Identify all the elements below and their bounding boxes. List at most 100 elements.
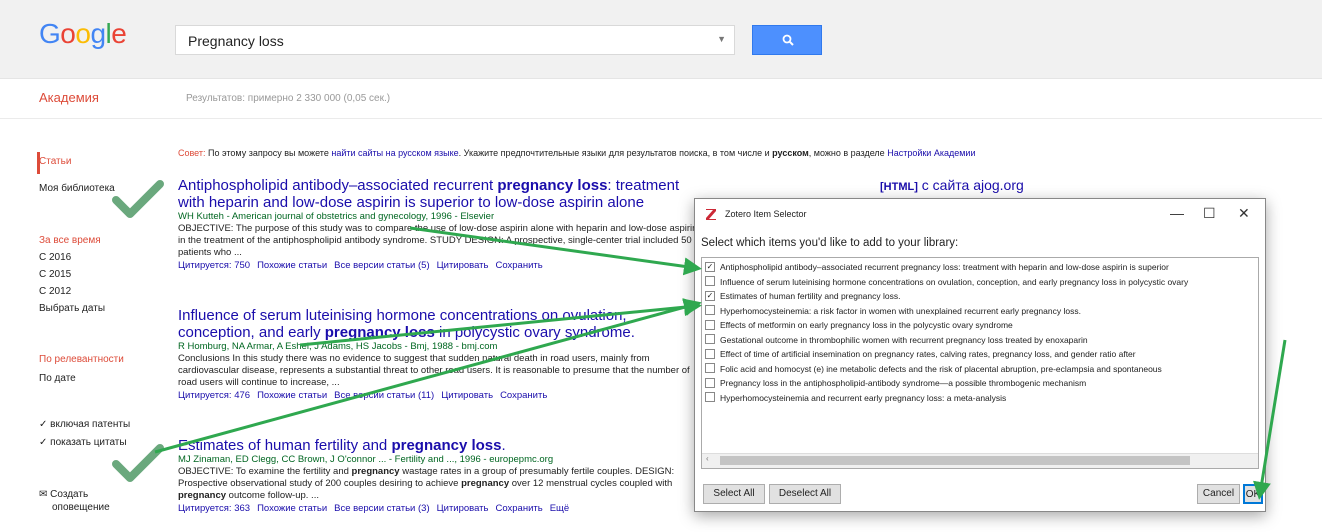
minimize-button[interactable]: —	[1170, 205, 1184, 221]
items-list[interactable]: ✓ Antiphospholipid antibody–associated re…	[701, 257, 1259, 469]
nav-since-2015[interactable]: С 2015	[39, 269, 71, 280]
nav-since-2012[interactable]: С 2012	[39, 286, 71, 297]
checkbox-unchecked[interactable]	[705, 334, 715, 345]
logo-letter: e	[111, 18, 127, 49]
tip-text: По этому запросу вы можете	[208, 148, 329, 158]
create-alert-label: Создать	[50, 489, 89, 500]
nav-since-2016[interactable]: С 2016	[39, 252, 71, 263]
horizontal-scrollbar[interactable]: ‹	[702, 453, 1258, 468]
related-link[interactable]: Похожие статьи	[257, 260, 327, 271]
checkmark-icon: ✓	[39, 419, 51, 430]
more-link[interactable]: Ещё	[550, 503, 569, 514]
search-result: Antiphospholipid antibody–associated rec…	[178, 177, 698, 272]
checkbox-unchecked[interactable]	[705, 319, 715, 330]
item-label: Antiphospholipid antibody–associated rec…	[720, 262, 1169, 272]
html-tag: [HTML]	[880, 181, 918, 193]
result-links: Цитируется: 476 Похожие статьи Все версии …	[178, 389, 698, 402]
google-logo[interactable]: Google	[39, 18, 127, 50]
list-item[interactable]: ✓ Antiphospholipid antibody–associated re…	[705, 261, 1169, 276]
list-item[interactable]: Pregnancy loss in the antiphospholipid-a…	[705, 377, 1087, 392]
versions-link[interactable]: Все версии статьи (5)	[334, 260, 429, 271]
list-item[interactable]: Hyperhomocysteinemia and recurrent early…	[705, 392, 1007, 407]
result-title[interactable]: Antiphospholipid antibody–associated rec…	[178, 177, 698, 211]
russian-sites-link[interactable]: найти сайты на русском языке	[331, 148, 458, 158]
nav-pick-dates[interactable]: Выбрать даты	[39, 303, 105, 314]
item-label: Gestational outcome in thrombophilic wom…	[720, 334, 1088, 345]
html-source-link[interactable]: [HTML] с сайта ajog.org	[880, 177, 1024, 193]
create-alert-label-2[interactable]: оповещение	[52, 502, 110, 513]
save-link[interactable]: Сохранить	[500, 390, 547, 401]
chevron-down-icon[interactable]: ▼	[717, 34, 726, 44]
item-label: Pregnancy loss in the antiphospholipid-a…	[720, 378, 1087, 388]
result-links: Цитируется: 363 Похожие статьи Все версии …	[178, 502, 698, 515]
cite-link[interactable]: Цитировать	[437, 503, 489, 514]
checkbox-checked[interactable]: ✓	[705, 290, 715, 301]
nav-my-library[interactable]: Моя библиотека	[39, 183, 115, 194]
result-title[interactable]: Influence of serum luteinising hormone c…	[178, 307, 698, 341]
checkbox-unchecked[interactable]	[705, 305, 715, 316]
deselect-all-button[interactable]: Deselect All	[769, 484, 841, 504]
cite-link[interactable]: Цитировать	[441, 390, 493, 401]
checkbox-unchecked[interactable]	[705, 348, 715, 359]
list-item[interactable]: Influence of serum luteinising hormone c…	[705, 276, 1188, 291]
checkbox-unchecked[interactable]	[705, 363, 715, 374]
search-result: Estimates of human fertility and pregnan…	[178, 437, 698, 515]
checkbox-unchecked[interactable]	[705, 276, 715, 287]
result-links: Цитируется: 750 Похожие статьи Все версии …	[178, 259, 698, 272]
save-link[interactable]: Сохранить	[495, 260, 542, 271]
scroll-left-icon[interactable]: ‹	[706, 454, 709, 463]
list-item[interactable]: Gestational outcome in thrombophilic wom…	[705, 334, 1088, 349]
top-bar: Google ▼	[0, 0, 1322, 79]
cited-by-link[interactable]: Цитируется: 476	[178, 390, 250, 401]
scholar-settings-link[interactable]: Настройки Академии	[887, 148, 975, 158]
annotation-checkmark-icon	[112, 444, 164, 482]
item-label: Hyperhomocysteinemia and recurrent early…	[720, 392, 1007, 403]
search-box[interactable]: ▼	[175, 25, 735, 55]
related-link[interactable]: Похожие статьи	[257, 390, 327, 401]
include-patents-option[interactable]: ✓ включая патенты	[39, 419, 130, 430]
maximize-button[interactable]: ☐	[1203, 205, 1216, 222]
result-snippet: Conclusions In this study there was no e…	[178, 353, 690, 388]
search-icon	[782, 34, 794, 46]
list-item[interactable]: Hyperhomocysteinemia: a risk factor in w…	[705, 305, 1081, 320]
scrollbar-thumb[interactable]	[720, 456, 1190, 465]
checkbox-unchecked[interactable]	[705, 377, 715, 388]
result-title[interactable]: Estimates of human fertility and pregnan…	[178, 437, 698, 454]
nav-by-date[interactable]: По дате	[39, 373, 76, 384]
list-item[interactable]: Folic acid and homocyst (e) ine metaboli…	[705, 363, 1162, 378]
list-item[interactable]: Effect of time of artificial inseminatio…	[705, 348, 1136, 363]
dialog-title: Zotero Item Selector	[725, 209, 807, 219]
list-item[interactable]: ✓ Estimates of human fertility and pregna…	[705, 290, 900, 305]
search-button[interactable]	[752, 25, 822, 55]
list-item[interactable]: Effects of metformin on early pregnancy …	[705, 319, 1013, 334]
tip-text: . Укажите предпочтительные языки для рез…	[458, 148, 770, 158]
search-result: Influence of serum luteinising hormone c…	[178, 307, 698, 402]
related-link[interactable]: Похожие статьи	[257, 503, 327, 514]
cancel-button[interactable]: Cancel	[1197, 484, 1240, 504]
versions-link[interactable]: Все версии статьи (3)	[334, 503, 429, 514]
versions-link[interactable]: Все версии статьи (11)	[334, 390, 434, 401]
result-authors: WH Kutteh - American journal of obstetri…	[178, 211, 495, 222]
tip-text: , можно в разделе	[808, 148, 885, 158]
cite-link[interactable]: Цитировать	[437, 260, 489, 271]
close-button[interactable]: ✕	[1238, 205, 1250, 222]
create-alert-link[interactable]: ✉ Создать	[39, 489, 88, 500]
select-all-button[interactable]: Select All	[703, 484, 765, 504]
nav-any-time[interactable]: За все время	[39, 235, 101, 246]
section-title[interactable]: Академия	[39, 90, 99, 105]
item-label: Folic acid and homocyst (e) ine metaboli…	[720, 363, 1162, 374]
nav-by-relevance[interactable]: По релевантности	[39, 354, 124, 365]
html-site: с сайта ajog.org	[921, 177, 1024, 193]
cited-by-link[interactable]: Цитируется: 750	[178, 260, 250, 271]
tip-prefix: Совет:	[178, 148, 206, 158]
search-input[interactable]	[186, 32, 710, 50]
annotation-checkmark-icon	[112, 180, 164, 218]
save-link[interactable]: Сохранить	[495, 503, 542, 514]
nav-articles[interactable]: Статьи	[39, 156, 71, 167]
cited-by-link[interactable]: Цитируется: 363	[178, 503, 250, 514]
checkbox-unchecked[interactable]	[705, 392, 715, 403]
checkbox-checked[interactable]: ✓	[705, 261, 715, 272]
ok-button[interactable]: OK	[1243, 484, 1263, 504]
dialog-titlebar[interactable]: Zotero Item Selector — ☐ ✕	[695, 199, 1265, 229]
result-stats: Результатов: примерно 2 330 000 (0,05 се…	[186, 93, 391, 104]
